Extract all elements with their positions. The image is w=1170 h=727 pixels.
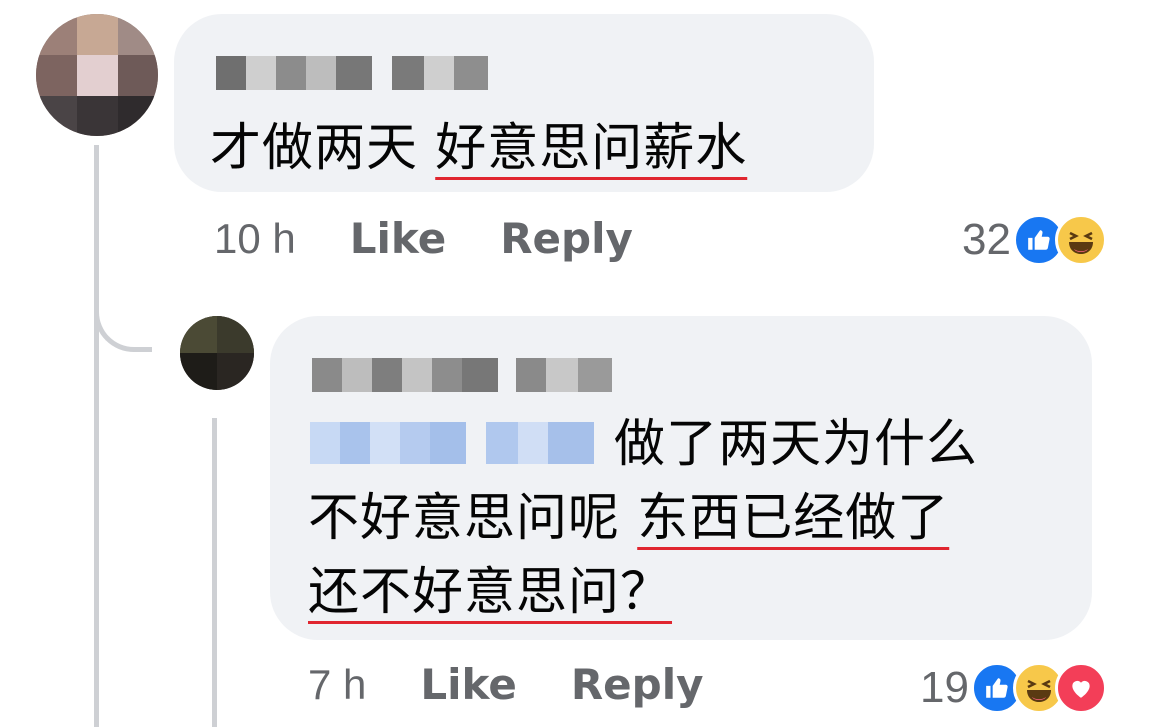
reply-line-3-underlined: 还不好意思问？ bbox=[308, 563, 673, 622]
reply-line-3: 还不好意思问？ bbox=[308, 556, 672, 630]
reply-meta: 7 h Like Reply bbox=[308, 660, 704, 709]
comment-reactions[interactable]: 32 bbox=[962, 214, 1107, 266]
comment-text-underlined: 好意思问薪水 bbox=[435, 119, 748, 178]
reply-bubble: 做了两天为什么 不好意思问呢 东西已经做了 还不好意思问？ bbox=[270, 316, 1092, 640]
avatar[interactable] bbox=[180, 316, 254, 390]
reply-line-2-plain: 不好意思问呢 bbox=[308, 489, 638, 548]
comment-author-name[interactable] bbox=[216, 56, 488, 90]
comment-timestamp[interactable]: 10 h bbox=[214, 215, 296, 263]
thread-line-branch bbox=[94, 290, 152, 352]
avatar[interactable] bbox=[36, 14, 158, 136]
reply-line-2-underlined: 东西已经做了 bbox=[637, 489, 950, 548]
reply-timestamp[interactable]: 7 h bbox=[308, 661, 366, 709]
haha-icon bbox=[1054, 214, 1107, 266]
reply-line-2: 不好意思问呢 东西已经做了 bbox=[308, 482, 949, 556]
reply-thread-line bbox=[212, 418, 217, 727]
reaction-count: 19 bbox=[920, 663, 969, 712]
reply-reactions[interactable]: 19 bbox=[920, 662, 1107, 714]
like-button[interactable]: Like bbox=[350, 214, 446, 263]
like-button[interactable]: Like bbox=[420, 660, 516, 709]
reply-button[interactable]: Reply bbox=[571, 660, 704, 709]
reply-mention[interactable] bbox=[310, 422, 594, 464]
thread-line-vertical bbox=[94, 145, 99, 727]
comment-meta: 10 h Like Reply bbox=[214, 214, 633, 263]
love-icon bbox=[1054, 662, 1107, 714]
reply-line-1: 做了两天为什么 bbox=[614, 415, 979, 474]
comment-text: 才做两天 好意思问薪水 bbox=[210, 112, 747, 186]
reply-button[interactable]: Reply bbox=[500, 214, 633, 263]
comment-bubble: 才做两天 好意思问薪水 bbox=[174, 14, 874, 192]
reply-author-name[interactable] bbox=[312, 358, 612, 392]
comment-text-plain: 才做两天 bbox=[210, 119, 436, 178]
reaction-count: 32 bbox=[962, 215, 1011, 264]
